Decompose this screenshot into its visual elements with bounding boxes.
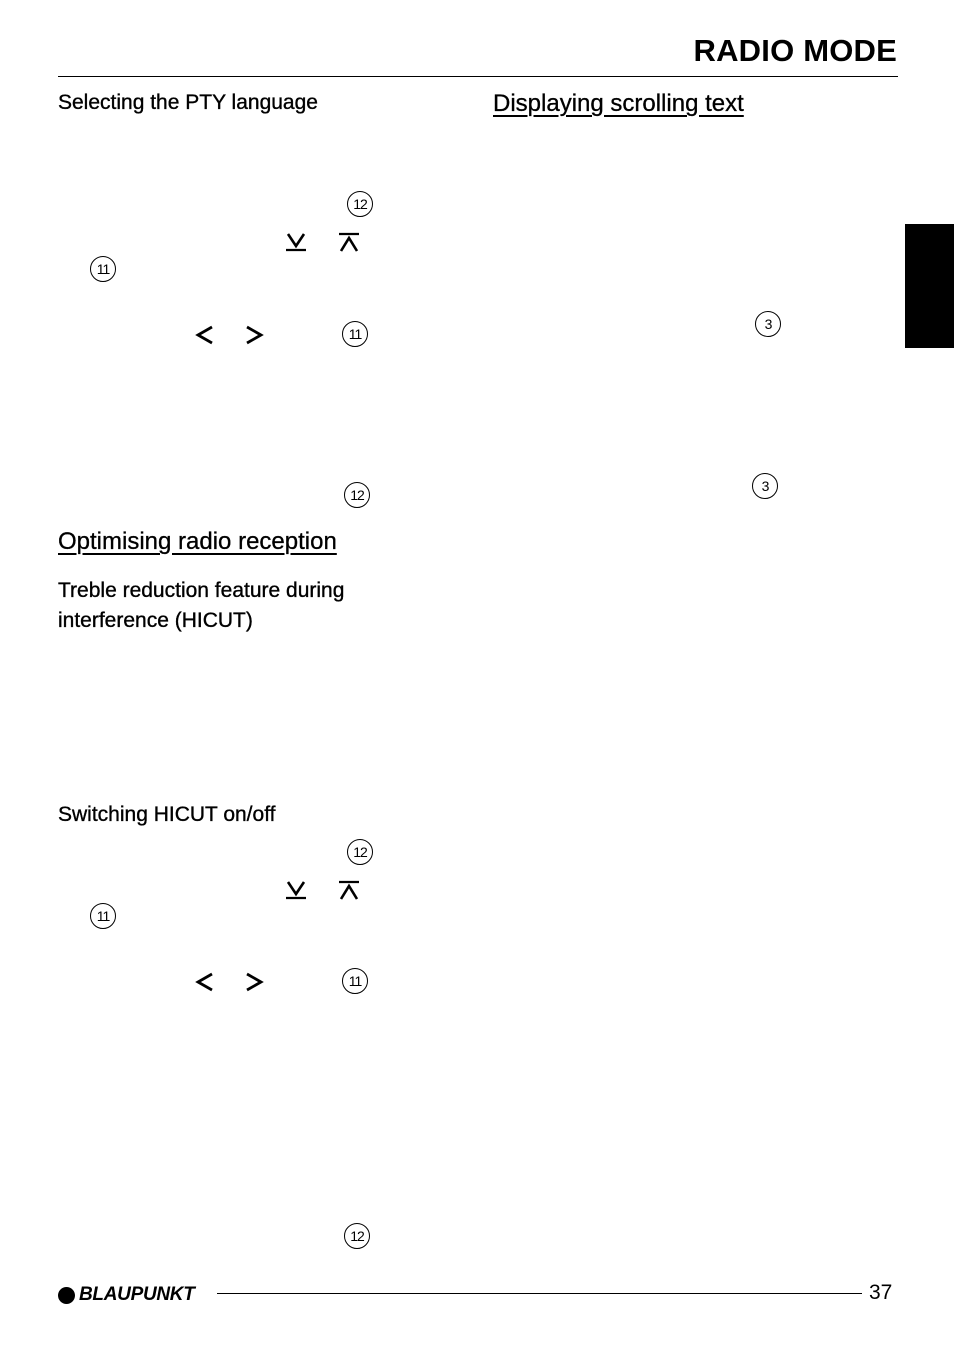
seek-up-icon [339, 880, 359, 900]
ref-number-badge: 11 [342, 968, 368, 994]
ref-number-badge: 11 [342, 321, 368, 347]
ref-number-badge: 12 [344, 482, 370, 508]
arrow-right-icon [246, 325, 264, 345]
arrow-left-icon [195, 325, 213, 345]
ref-number-badge: 3 [755, 311, 781, 337]
header-divider [58, 76, 898, 77]
arrow-left-icon [195, 972, 213, 992]
ref-number-badge: 12 [347, 191, 373, 217]
seek-down-icon [286, 233, 306, 252]
page-title: RADIO MODE [693, 33, 897, 68]
ref-number-badge: 11 [90, 903, 116, 929]
section-tab-marker [905, 224, 954, 348]
pty-language-heading: Selecting the PTY language [58, 91, 318, 114]
ref-number-badge: 11 [90, 256, 116, 282]
hicut-feature-heading: Treble reduction feature during interfer… [58, 579, 345, 632]
seek-up-icon [339, 232, 359, 252]
footer-divider [217, 1293, 862, 1294]
brand-name: BLAUPUNKT [79, 1284, 195, 1305]
hicut-switch-heading: Switching HICUT on/off [58, 803, 276, 826]
optimising-reception-heading: Optimising radio reception [58, 528, 337, 555]
brand-dot-icon [58, 1286, 75, 1304]
arrow-right-icon [246, 972, 264, 992]
ref-number-badge: 12 [344, 1223, 370, 1249]
brand-logo: BLAUPUNKT [58, 1284, 195, 1306]
seek-down-icon [286, 881, 306, 900]
scrolling-text-heading: Displaying scrolling text [493, 90, 744, 117]
ref-number-badge: 12 [347, 839, 373, 865]
ref-number-badge: 3 [752, 473, 778, 499]
page-number: 37 [869, 1281, 893, 1304]
